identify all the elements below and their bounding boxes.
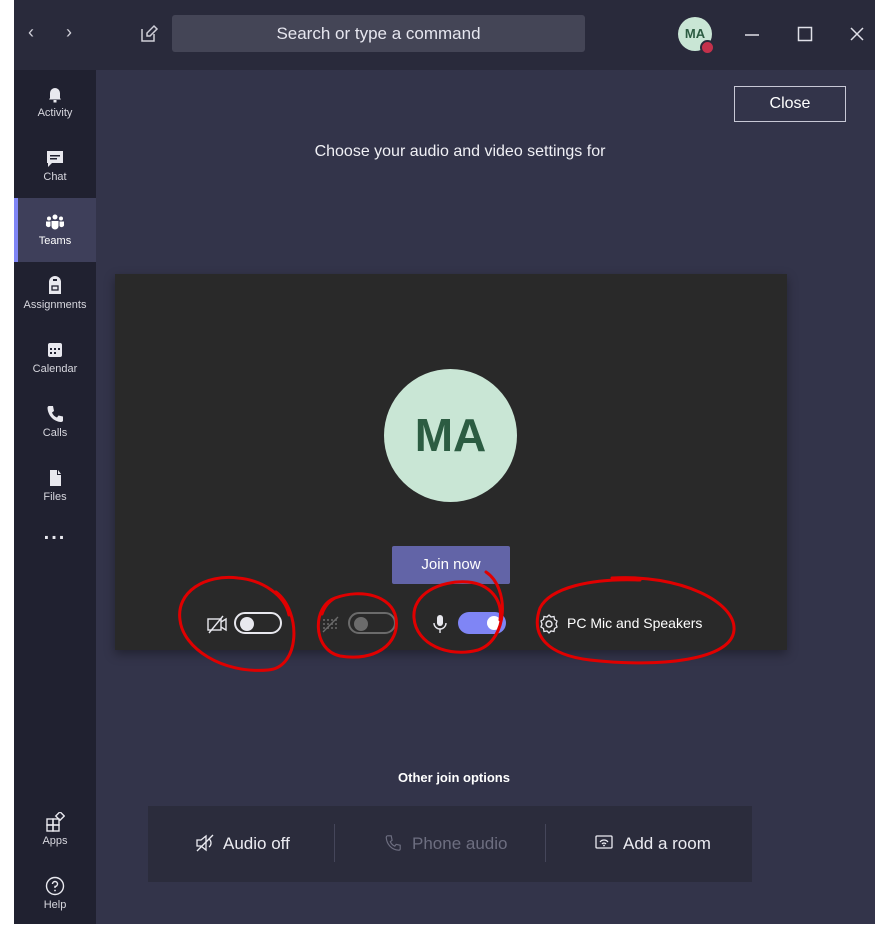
phone-audio-label: Phone audio	[412, 834, 508, 853]
page-title: Choose your audio and video settings for	[314, 143, 606, 160]
rail-label: Teams	[38, 235, 72, 247]
join-now-button[interactable]: Join now	[392, 546, 510, 584]
rail-label: Calendar	[32, 363, 78, 375]
rail-item-calls[interactable]: Calls	[14, 390, 96, 454]
toggle-knob	[240, 617, 254, 631]
camera-toggle[interactable]	[234, 612, 282, 634]
toggle-knob	[354, 617, 368, 631]
background-blur-toggle[interactable]	[348, 612, 396, 634]
microphone-icon[interactable]	[431, 611, 449, 637]
rail-label: Calls	[42, 427, 68, 439]
camera-off-icon[interactable]	[206, 611, 228, 637]
back-icon[interactable]: ‹	[28, 22, 34, 43]
rail-label: Assignments	[23, 299, 87, 311]
divider	[334, 824, 335, 862]
title-bar: ‹ › Search or type a command MA	[14, 0, 875, 70]
phone-icon	[385, 835, 401, 851]
maximize-icon[interactable]	[797, 23, 813, 43]
divider	[545, 824, 546, 862]
video-preview: MA Join now PC Mic and Speakers	[115, 274, 787, 650]
add-a-room-option[interactable]: Add a room	[595, 834, 711, 854]
more-apps-button[interactable]: ...	[14, 520, 96, 560]
rail-item-activity[interactable]: Activity	[14, 70, 96, 134]
bell-icon	[49, 88, 61, 103]
minimize-icon[interactable]	[744, 23, 760, 43]
avatar: MA	[384, 369, 517, 502]
phone-audio-option[interactable]: Phone audio	[384, 834, 507, 854]
app-bar: Activity Chat Teams Assignments Calendar…	[14, 70, 96, 924]
search-input[interactable]: Search or type a command	[172, 15, 585, 52]
compose-icon[interactable]	[139, 24, 159, 44]
audio-off-option[interactable]: Audio off	[195, 834, 290, 854]
rail-item-assignments[interactable]: Assignments	[14, 262, 96, 326]
chat-icon	[47, 151, 63, 167]
rail-label: Chat	[43, 171, 67, 183]
add-a-room-label: Add a room	[623, 834, 711, 853]
more-icon: ...	[43, 522, 67, 544]
toggle-knob	[487, 616, 501, 630]
rail-label: Files	[43, 491, 67, 503]
rail-label: Apps	[42, 835, 68, 847]
assignments-icon	[49, 276, 61, 294]
rail-item-chat[interactable]: Chat	[14, 134, 96, 198]
teams-window: ‹ › Search or type a command MA Activity	[14, 0, 875, 924]
forward-icon[interactable]: ›	[66, 22, 72, 43]
rail-item-help[interactable]: Help	[14, 862, 96, 926]
phone-icon	[47, 406, 63, 422]
rail-label: Activity	[37, 107, 73, 119]
microphone-toggle[interactable]	[458, 612, 506, 634]
device-settings-label[interactable]: PC Mic and Speakers	[567, 615, 702, 631]
apps-icon	[46, 812, 65, 832]
files-icon	[50, 470, 61, 486]
gear-icon[interactable]	[538, 611, 560, 637]
other-join-options-title: Other join options	[398, 770, 510, 785]
rail-item-teams[interactable]: Teams	[14, 198, 96, 262]
audio-off-label: Audio off	[223, 834, 290, 853]
other-join-options: Audio off Phone audio Add a room	[148, 806, 752, 882]
help-icon	[45, 876, 65, 896]
calendar-icon	[48, 343, 62, 357]
cast-icon	[595, 835, 613, 849]
active-indicator	[14, 198, 18, 262]
speaker-off-icon	[196, 834, 214, 852]
rail-item-apps[interactable]: Apps	[14, 798, 96, 862]
close-button[interactable]: Close	[734, 86, 846, 122]
rail-label: Help	[43, 899, 67, 911]
close-icon[interactable]	[849, 23, 865, 43]
presence-busy-icon	[700, 40, 715, 55]
background-blur-icon[interactable]	[320, 611, 342, 637]
rail-item-files[interactable]: Files	[14, 454, 96, 518]
teams-icon	[45, 214, 65, 230]
rail-item-calendar[interactable]: Calendar	[14, 326, 96, 390]
